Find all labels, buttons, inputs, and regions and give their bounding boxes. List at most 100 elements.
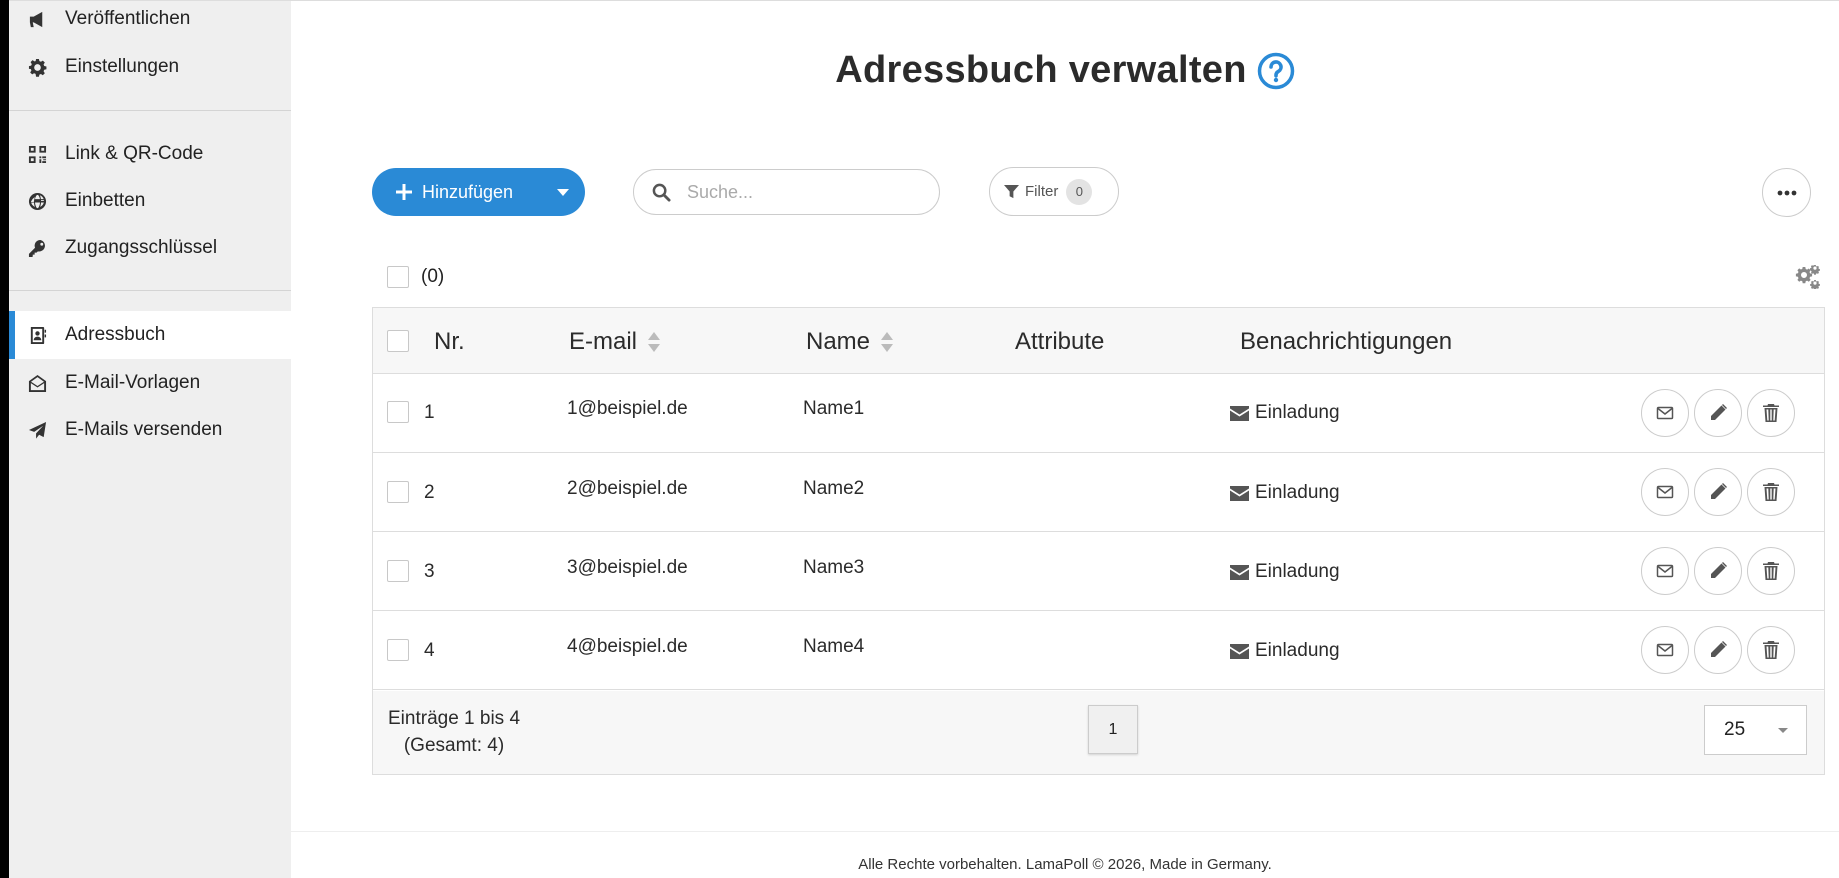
column-label: Name: [806, 328, 871, 355]
selected-count: (0): [421, 266, 445, 287]
search-input[interactable]: [687, 181, 907, 203]
sidebar-item-embed[interactable]: Einbetten: [9, 177, 291, 225]
delete-button[interactable]: [1747, 547, 1795, 595]
edit-button[interactable]: [1694, 389, 1742, 437]
header-checkbox[interactable]: [387, 330, 409, 352]
row-notification: Einladung: [1230, 561, 1340, 583]
table-row: 2 2@beispiel.de Name2 Einladung: [373, 453, 1824, 532]
plus-icon: [396, 184, 412, 200]
ellipsis-icon: [1777, 190, 1796, 195]
trash-icon: [1763, 641, 1779, 659]
pencil-icon: [1711, 641, 1727, 657]
page-button[interactable]: 1: [1088, 705, 1138, 754]
row-checkbox[interactable]: [387, 481, 409, 503]
qr-code-icon: [27, 144, 47, 164]
row-email: 1@beispiel.de: [567, 398, 688, 419]
add-button-label: Hinzufügen: [422, 181, 514, 202]
envelope-icon: [1230, 485, 1249, 501]
add-button[interactable]: Hinzufügen: [372, 168, 585, 216]
sidebar-item-address-book[interactable]: Adressbuch: [9, 311, 291, 359]
row-name: Name2: [803, 478, 865, 499]
filter-button[interactable]: Filter 0: [989, 167, 1119, 216]
notification-label: Einladung: [1255, 640, 1340, 661]
column-header-email[interactable]: E-mail: [569, 328, 661, 356]
sidebar-divider: [9, 110, 291, 111]
edit-button[interactable]: [1694, 468, 1742, 516]
sidebar: Veröffentlichen Einstellungen Link & QR-…: [9, 0, 291, 878]
footer: Alle Rechte vorbehalten. LamaPoll © 2026…: [858, 856, 1272, 873]
main-content: Adressbuch verwalten Hinzufügen Filter 0…: [291, 0, 1839, 878]
row-checkbox[interactable]: [387, 560, 409, 582]
help-icon[interactable]: [1257, 52, 1295, 90]
row-notification: Einladung: [1230, 482, 1340, 504]
sidebar-item-label: Adressbuch: [65, 324, 166, 345]
row-name: Name3: [803, 557, 865, 578]
sidebar-item-label: E-Mails versenden: [65, 419, 223, 440]
sidebar-item-link-qr[interactable]: Link & QR-Code: [9, 130, 291, 178]
row-email: 2@beispiel.de: [567, 478, 688, 499]
row-notification: Einladung: [1230, 402, 1340, 424]
edit-button[interactable]: [1694, 626, 1742, 674]
row-nr: 2: [424, 482, 435, 503]
notification-label: Einladung: [1255, 482, 1340, 503]
row-name: Name4: [803, 636, 865, 657]
chevron-down-icon[interactable]: [557, 189, 569, 196]
table-footer: Einträge 1 bis 4 (Gesamt: 4) 1 25: [373, 691, 1824, 774]
globe-icon: [27, 191, 47, 211]
send-email-button[interactable]: [1641, 468, 1689, 516]
column-header-nr: Nr.: [434, 328, 465, 356]
send-email-button[interactable]: [1641, 626, 1689, 674]
gear-icon: [27, 57, 47, 77]
address-table: Nr. E-mail Name Attribute Benachrichtigu…: [372, 307, 1825, 775]
paper-plane-icon: [27, 420, 47, 440]
column-label: E-mail: [569, 328, 638, 355]
column-label: Benachrichtigungen: [1240, 328, 1453, 355]
pencil-icon: [1711, 404, 1727, 420]
sidebar-item-send-emails[interactable]: E-Mails versenden: [9, 406, 291, 454]
sidebar-item-settings[interactable]: Einstellungen: [9, 43, 291, 91]
table-row: 3 3@beispiel.de Name3 Einladung: [373, 532, 1824, 611]
sidebar-item-email-templates[interactable]: E-Mail-Vorlagen: [9, 359, 291, 407]
pencil-icon: [1711, 483, 1727, 499]
sidebar-item-access-keys[interactable]: Zugangsschlüssel: [9, 224, 291, 272]
row-checkbox[interactable]: [387, 639, 409, 661]
select-all-checkbox[interactable]: [387, 266, 409, 288]
key-icon: [27, 238, 47, 258]
trash-icon: [1763, 483, 1779, 501]
sidebar-divider: [9, 290, 291, 291]
delete-button[interactable]: [1747, 389, 1795, 437]
column-header-name[interactable]: Name: [806, 328, 894, 356]
edit-button[interactable]: [1694, 547, 1742, 595]
sort-icon[interactable]: [647, 331, 661, 353]
notification-label: Einladung: [1255, 561, 1340, 582]
row-notification: Einladung: [1230, 640, 1340, 662]
sort-icon[interactable]: [880, 331, 894, 353]
column-header-notifications: Benachrichtigungen: [1240, 328, 1452, 356]
envelope-icon: [1656, 643, 1674, 657]
entries-info: Einträge 1 bis 4 (Gesamt: 4): [388, 705, 520, 759]
envelope-icon: [1656, 406, 1674, 420]
envelope-icon: [1656, 485, 1674, 499]
table-row: 1 1@beispiel.de Name1 Einladung: [373, 374, 1824, 453]
row-nr: 4: [424, 640, 435, 661]
delete-button[interactable]: [1747, 468, 1795, 516]
column-label: Attribute: [1015, 328, 1105, 355]
page-title: Adressbuch verwalten: [291, 49, 1839, 92]
send-email-button[interactable]: [1641, 389, 1689, 437]
megaphone-icon: [27, 9, 47, 29]
row-checkbox[interactable]: [387, 401, 409, 423]
sidebar-item-label: E-Mail-Vorlagen: [65, 372, 201, 393]
delete-button[interactable]: [1747, 626, 1795, 674]
send-email-button[interactable]: [1641, 547, 1689, 595]
entries-total: (Gesamt: 4): [403, 735, 505, 756]
entries-range: Einträge 1 bis 4: [388, 708, 521, 729]
row-name: Name1: [803, 398, 865, 419]
row-email: 4@beispiel.de: [567, 636, 688, 657]
more-options-button[interactable]: [1762, 168, 1811, 217]
column-label: Nr.: [434, 328, 465, 355]
sidebar-item-publish[interactable]: Veröffentlichen: [9, 0, 291, 43]
column-settings-icon[interactable]: [1795, 265, 1821, 289]
footer-divider: [291, 831, 1839, 832]
trash-icon: [1763, 562, 1779, 580]
per-page-select[interactable]: 25: [1704, 705, 1807, 755]
